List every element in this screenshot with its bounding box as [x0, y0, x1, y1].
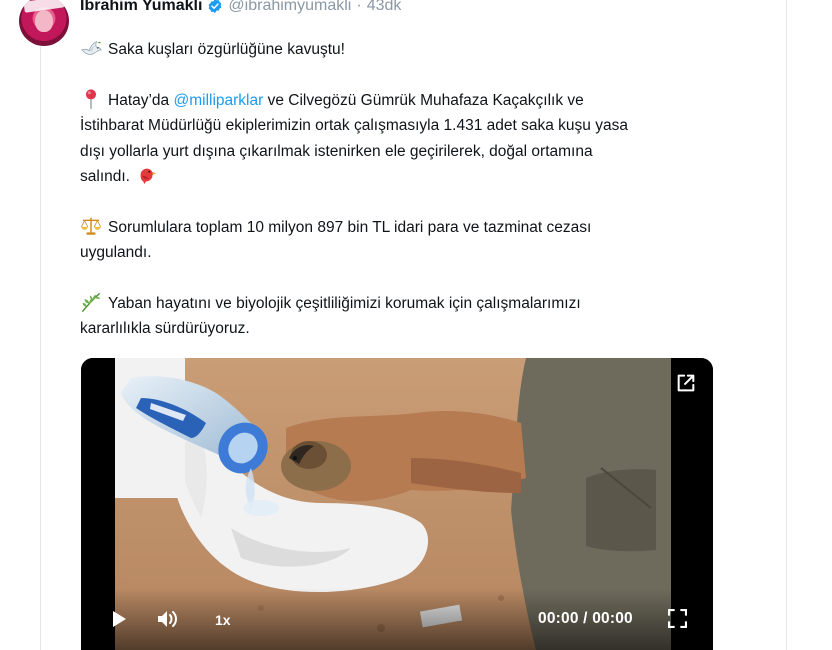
- expand-icon[interactable]: [675, 372, 697, 394]
- para2-line-b: İstihbarat Müdürlüğü ekiplerimizin ortak…: [80, 117, 628, 134]
- para2-line-a-rest: ve Cilvegözü Gümrük Muhafaza Kaçakçılık …: [263, 91, 584, 109]
- para3-line-a: Sorumlulara toplam 10 milyon 897 bin TL …: [108, 218, 592, 236]
- tweet-paragraph-3: Sorumlulara toplam 10 milyon 897 bin TL …: [80, 215, 720, 266]
- video-controls: 1x 00:00 / 00:00: [81, 588, 713, 650]
- scales-icon: [81, 217, 101, 235]
- tweet-header: İbrahim Yumaklı @ibrahimyumakli · 43dk: [80, 0, 401, 17]
- verified-badge-icon: [209, 0, 222, 13]
- author-name[interactable]: İbrahim Yumaklı: [80, 0, 202, 15]
- tweet-paragraph-4: Yaban hayatını ve biyolojik çeşitliliğim…: [80, 291, 720, 342]
- video-timecode: 00:00 / 00:00: [538, 610, 633, 628]
- herb-icon: [82, 292, 101, 312]
- current-time: 00:00: [538, 610, 579, 627]
- tweet-paragraph-2: Hatay’da @milliparklar ve Cilvegözü Gümr…: [80, 88, 720, 190]
- time-separator: /: [578, 610, 593, 627]
- fullscreen-icon[interactable]: [668, 609, 687, 628]
- mention-milliparklar[interactable]: @milliparklar: [173, 92, 263, 109]
- thread-line: [40, 46, 41, 650]
- tweet-time[interactable]: 43dk: [367, 0, 402, 15]
- duration: 00:00: [592, 610, 633, 627]
- bird-icon: [140, 168, 157, 185]
- avatar[interactable]: [19, 0, 69, 46]
- dove-icon: [81, 40, 102, 55]
- para4-line-a: Yaban hayatını ve biyolojik çeşitliliğim…: [108, 294, 581, 312]
- play-icon[interactable]: [111, 610, 127, 628]
- para2-line-c: dışı yollarla yurt dışına çıkarılmak ist…: [80, 142, 593, 160]
- tweet-text: Saka kuşları özgürlüğüne kavuştu! Hatay’…: [80, 37, 720, 342]
- para4-line-b: kararlılıkla sürdürüyoruz.: [80, 320, 250, 337]
- header-separator: ·: [356, 0, 362, 14]
- volume-icon[interactable]: [157, 609, 179, 629]
- column-divider: [786, 0, 787, 650]
- para2-line-d: salındı.: [80, 168, 130, 185]
- tweet-line-1-text: Saka kuşları özgürlüğüne kavuştu!: [108, 41, 345, 58]
- tweet-line-1: Saka kuşları özgürlüğüne kavuştu!: [80, 37, 720, 63]
- video-player[interactable]: 1x 00:00 / 00:00: [81, 358, 713, 650]
- hatay-prefix: Hatay’da: [108, 91, 174, 109]
- playback-speed-button[interactable]: 1x: [215, 612, 231, 628]
- pushpin-icon: [85, 88, 97, 109]
- avatar-face: [35, 10, 53, 32]
- author-handle[interactable]: @ibrahimyumakli: [228, 0, 351, 15]
- para3-line-b: uygulandı.: [80, 244, 152, 261]
